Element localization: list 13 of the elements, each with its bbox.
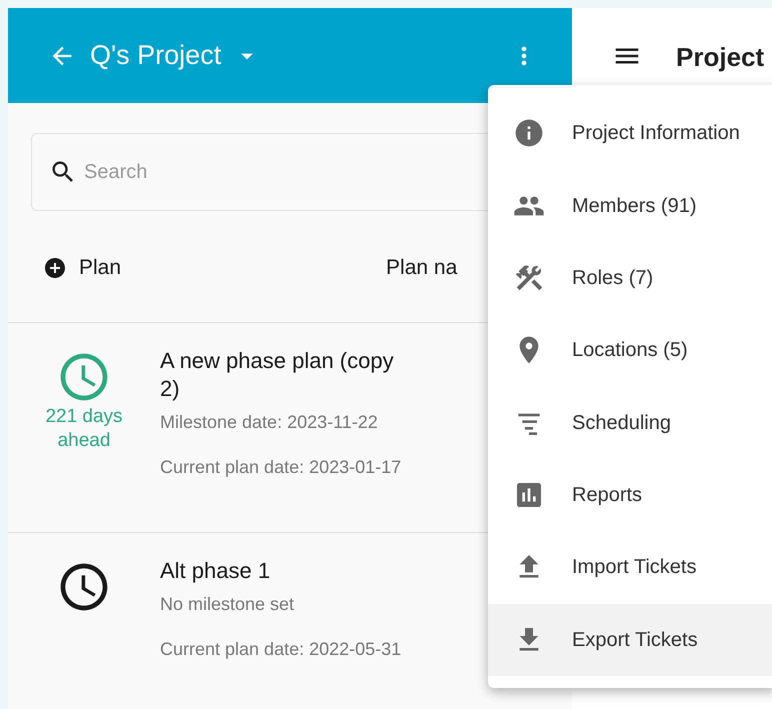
milestone-text: Milestone date: 2023-11-22 [160,411,379,434]
plan-name[interactable]: Alt phase 1 [160,557,410,585]
info-icon [513,117,545,150]
status-text: 221 days ahead [44,405,124,453]
panel-title: Project [676,41,764,74]
add-icon [43,256,67,280]
milestone-text: No milestone set [160,593,296,616]
sort-label[interactable]: Plan na [386,252,458,284]
current-date-text: Current plan date: 2022-05-31 [160,638,402,661]
add-plan-button[interactable]: Plan [43,252,122,284]
menu-item[interactable]: Export Tickets [488,604,772,676]
plan-name[interactable]: A new phase plan (copy 2) [160,347,410,403]
current-date-text: Current plan date: 2023-01-17 [160,456,402,479]
